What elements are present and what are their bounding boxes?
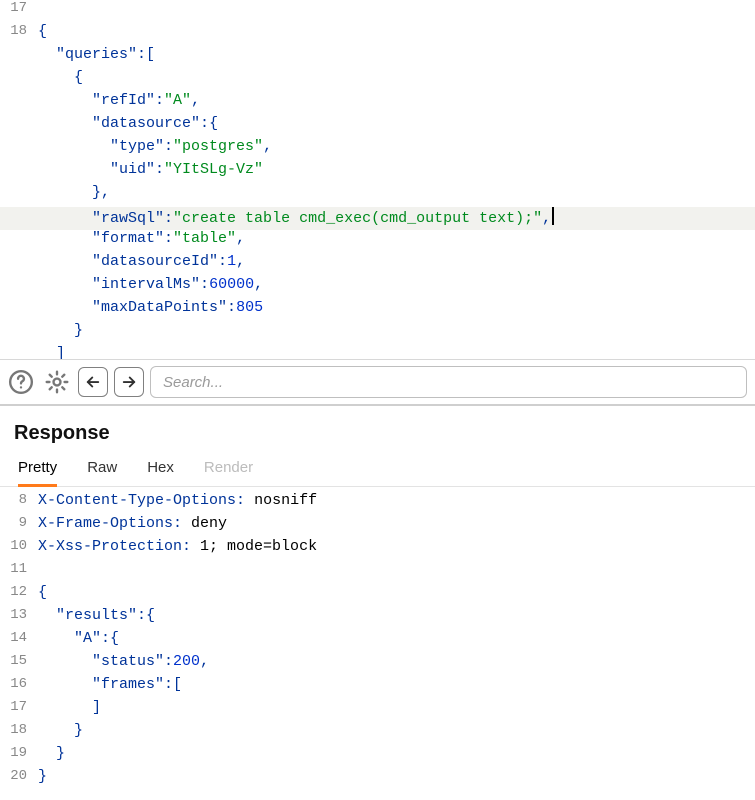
gear-icon[interactable] (42, 367, 72, 397)
tab-render[interactable]: Render (204, 459, 253, 486)
forward-button[interactable] (114, 367, 144, 397)
response-section: Response Pretty Raw Hex Render 8X-Conten… (0, 406, 755, 788)
response-tabs: Pretty Raw Hex Render (0, 445, 755, 487)
tab-raw[interactable]: Raw (87, 459, 117, 486)
search-input[interactable] (150, 366, 747, 398)
request-editor[interactable]: 1718{ "queries":[ { "refId":"A", "dataso… (0, 0, 755, 359)
response-heading: Response (0, 422, 755, 445)
toolbar (0, 359, 755, 406)
tab-pretty[interactable]: Pretty (18, 459, 57, 487)
back-button[interactable] (78, 367, 108, 397)
tab-hex[interactable]: Hex (147, 459, 174, 486)
response-body[interactable]: 8X-Content-Type-Options: nosniff9X-Frame… (0, 487, 755, 788)
request-code[interactable]: 1718{ "queries":[ { "refId":"A", "dataso… (0, 0, 755, 359)
help-icon[interactable] (6, 367, 36, 397)
